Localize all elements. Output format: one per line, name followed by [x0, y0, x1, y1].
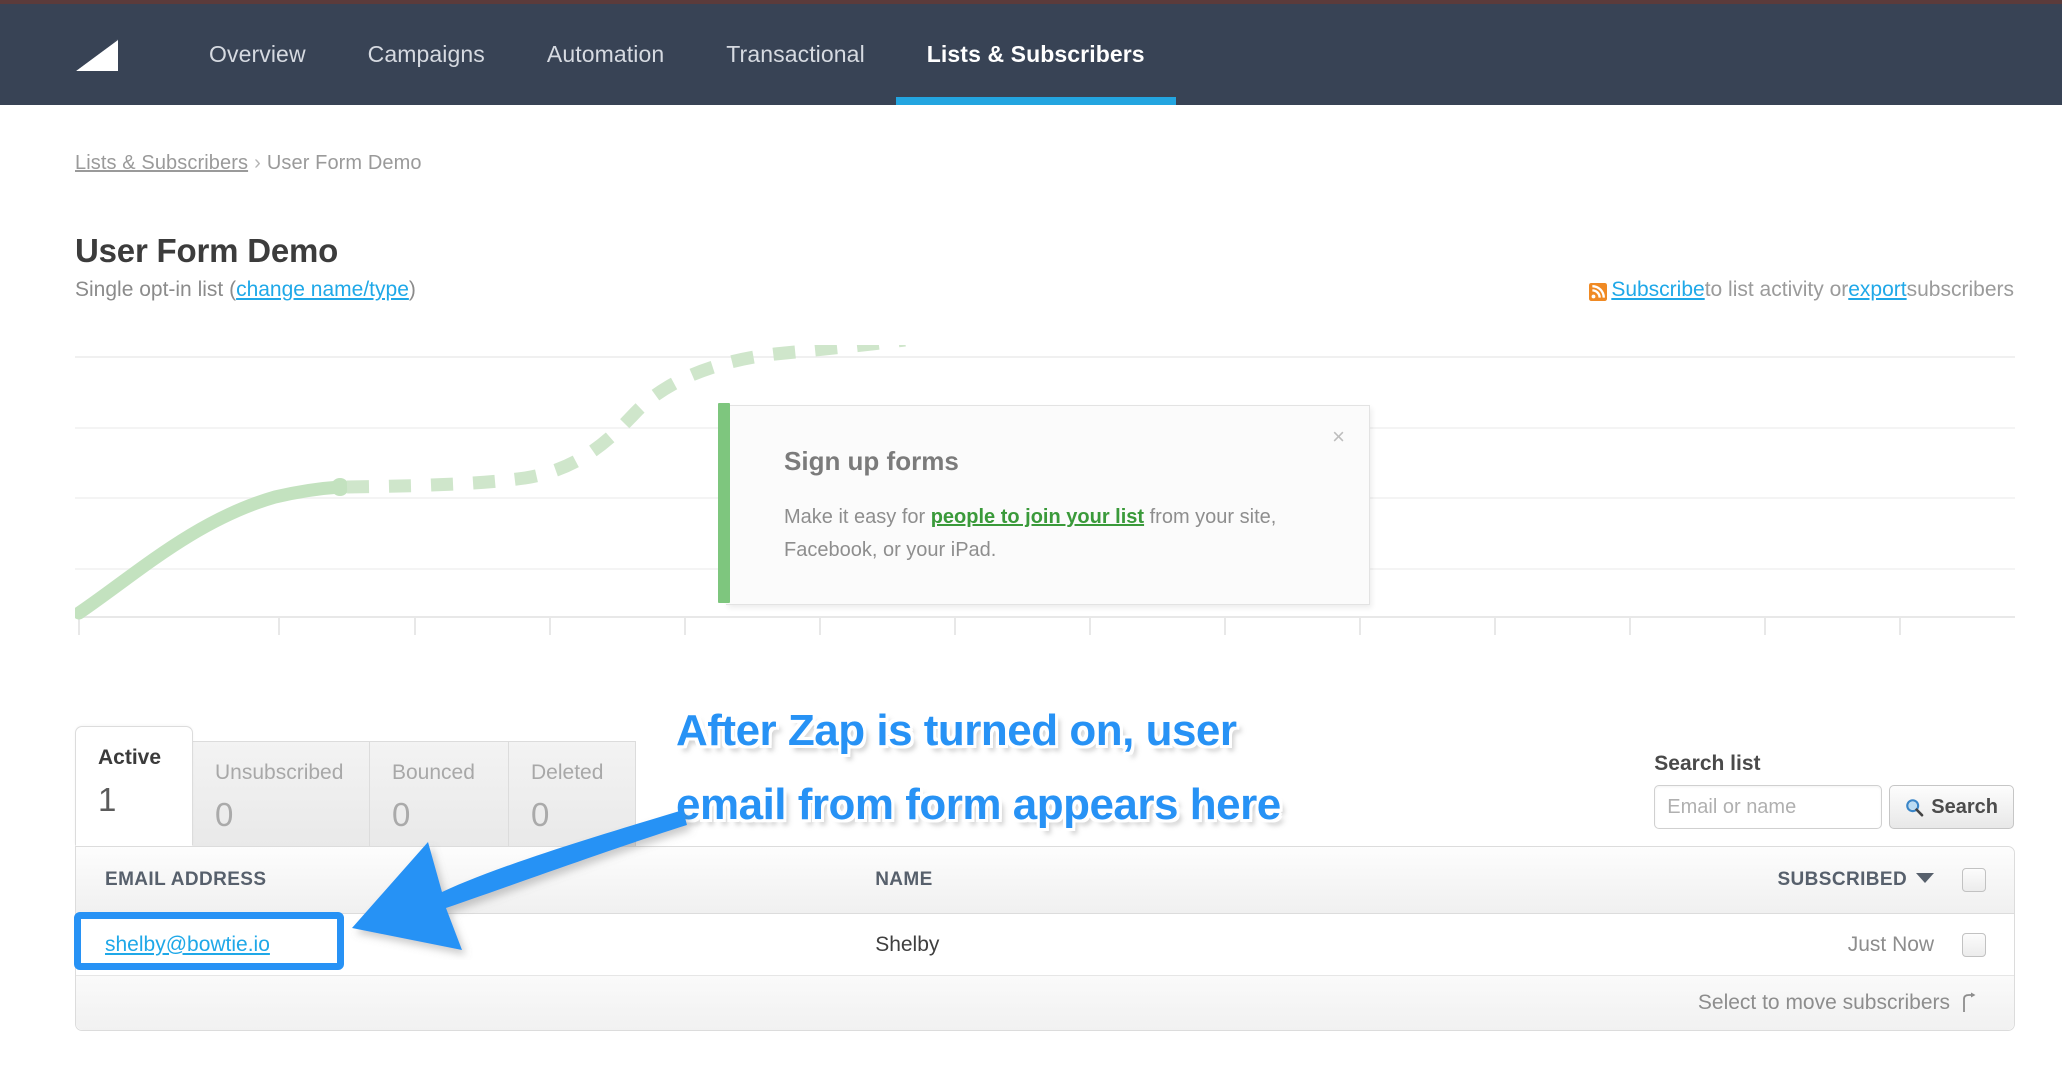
popover-close-icon[interactable]: × — [1326, 422, 1351, 452]
breadcrumb-current: User Form Demo — [266, 152, 422, 174]
nav-links: Overview Campaigns Automation Transactio… — [178, 4, 1176, 105]
tab-bounced-count: 0 — [392, 796, 411, 833]
nav-item-campaigns[interactable]: Campaigns — [337, 4, 516, 105]
cell-subscribed: Just Now — [1847, 932, 1935, 956]
table-footer[interactable]: Select to move subscribers — [76, 976, 2014, 1030]
subscribers-table: EMAIL ADDRESS NAME SUBSCRIBED shelby@bow… — [75, 846, 2015, 1031]
signup-forms-popover: × Sign up forms Make it easy for people … — [718, 403, 1370, 605]
subscribe-trailing-text: subscribers — [1906, 278, 2014, 301]
cell-email: shelby@bowtie.io — [76, 933, 875, 957]
app-page: Overview Campaigns Automation Transactio… — [0, 0, 2062, 1088]
column-header-email[interactable]: EMAIL ADDRESS — [76, 869, 875, 891]
tab-bounced-label: Bounced — [392, 761, 475, 784]
annotation-callout-line-1: After Zap is turned on, user — [676, 706, 1237, 755]
tab-deleted-label: Deleted — [531, 761, 604, 784]
tab-unsubscribed-label: Unsubscribed — [215, 761, 344, 784]
tab-active[interactable]: Active 1 — [75, 726, 193, 846]
annotation-callout-text: After Zap is turned on, user email from … — [676, 694, 1496, 842]
tab-unsubscribed-count: 0 — [215, 796, 234, 833]
nav-item-overview-label: Overview — [209, 41, 306, 67]
envelope-logo-icon[interactable] — [74, 37, 120, 72]
page-title: User Form Demo — [75, 232, 339, 269]
search-button[interactable]: Search — [1889, 785, 2014, 829]
magnifier-icon — [1906, 798, 1924, 817]
table-row: shelby@bowtie.io Shelby Just Now — [76, 914, 2014, 976]
main-navigation-bar: Overview Campaigns Automation Transactio… — [0, 4, 2062, 105]
nav-item-automation[interactable]: Automation — [516, 4, 695, 105]
search-list-label: Search list — [1654, 752, 1761, 775]
nav-item-campaigns-label: Campaigns — [367, 41, 485, 67]
nav-item-transactional[interactable]: Transactional — [695, 4, 896, 105]
breadcrumb-link-lists[interactable]: Lists & Subscribers — [75, 152, 248, 174]
tab-active-count: 1 — [98, 781, 117, 818]
subscriber-email-link[interactable]: shelby@bowtie.io — [105, 933, 270, 956]
join-your-list-link[interactable]: people to join your list — [931, 506, 1144, 528]
export-link[interactable]: export — [1848, 278, 1906, 302]
popover-title: Sign up forms — [784, 446, 959, 476]
subscribe-link[interactable]: Subscribe — [1611, 278, 1704, 302]
column-header-name[interactable]: NAME — [875, 869, 1514, 891]
change-name-type-link[interactable]: change name/type — [236, 278, 409, 301]
move-subscribers-label: Select to move subscribers — [1697, 991, 1950, 1014]
nav-item-lists-and-subscribers[interactable]: Lists & Subscribers — [895, 4, 1176, 105]
chart-series-solid — [75, 480, 347, 620]
tab-deleted-count: 0 — [531, 796, 550, 833]
select-all-checkbox[interactable] — [1962, 868, 1987, 892]
tab-unsubscribed[interactable]: Unsubscribed 0 — [192, 741, 370, 846]
chart-x-axis-ticks — [75, 616, 2015, 635]
row-select-checkbox[interactable] — [1962, 932, 1987, 957]
popover-body-prefix: Make it easy for — [784, 506, 931, 528]
cell-select — [1934, 932, 2014, 957]
cell-name: Shelby — [875, 932, 940, 956]
annotation-callout-line-2: email from form appears here — [676, 780, 1281, 829]
popover-accent-bar — [718, 403, 730, 603]
tab-deleted[interactable]: Deleted 0 — [508, 741, 636, 846]
header-actions: Subscribe to list activity or export sub… — [1589, 278, 2014, 302]
page-subtitle-suffix: ) — [408, 278, 416, 301]
tab-active-label: Active — [98, 746, 162, 769]
breadcrumb-separator: › — [254, 152, 261, 174]
column-header-select-all — [1934, 868, 2014, 892]
nav-item-automation-label: Automation — [546, 41, 665, 67]
chart-data-point-marker — [331, 478, 349, 496]
column-header-subscribed[interactable]: SUBSCRIBED — [1515, 869, 1935, 891]
nav-item-lists-and-subscribers-label: Lists & Subscribers — [926, 41, 1145, 67]
page-subtitle: Single opt-in list (change name/type) — [75, 278, 416, 302]
search-input[interactable] — [1654, 785, 1883, 829]
breadcrumb: Lists & Subscribers › User Form Demo — [75, 152, 422, 175]
nav-item-overview[interactable]: Overview — [178, 4, 337, 105]
subscriber-status-tabs: Active 1 Unsubscribed 0 Bounced 0 Delete… — [75, 726, 636, 846]
rss-icon — [1589, 283, 1608, 301]
popover-body: Make it easy for people to join your lis… — [784, 501, 1284, 567]
subscribe-middle-text: to list activity or — [1704, 278, 1849, 301]
search-list-zone: Search list Search — [1654, 752, 2014, 829]
table-header-row: EMAIL ADDRESS NAME SUBSCRIBED — [76, 847, 2014, 914]
search-row: Search — [1654, 785, 2014, 829]
column-header-subscribed-label: SUBSCRIBED — [1777, 869, 1908, 890]
tab-bounced[interactable]: Bounced 0 — [369, 741, 509, 846]
page-subtitle-prefix: Single opt-in list ( — [75, 278, 237, 301]
nav-item-transactional-label: Transactional — [726, 41, 865, 67]
search-button-label: Search — [1931, 795, 1998, 818]
caret-down-icon — [1916, 873, 1935, 883]
move-arrow-icon — [1963, 992, 1976, 1012]
